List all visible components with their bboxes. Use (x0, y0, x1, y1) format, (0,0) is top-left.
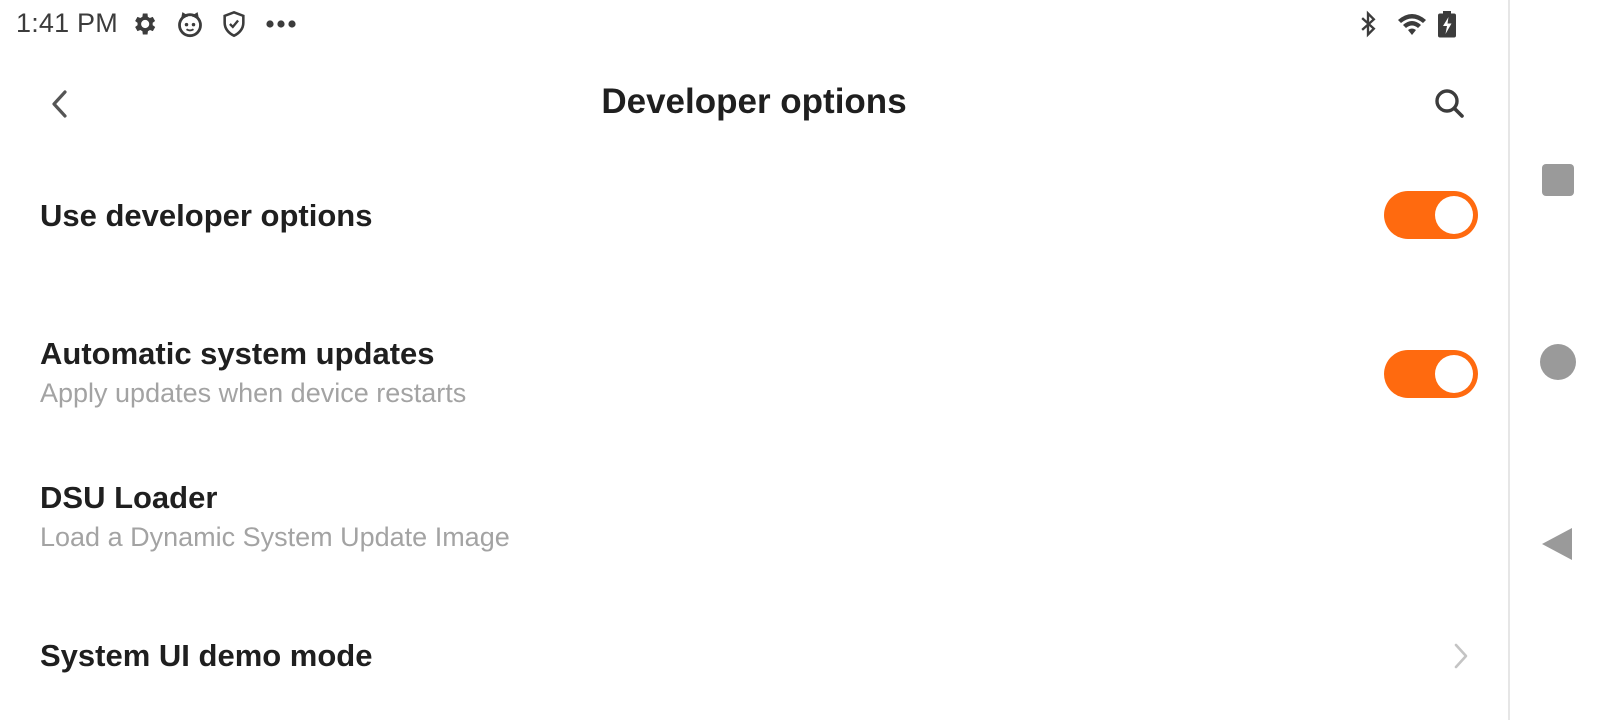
shield-icon (220, 10, 248, 38)
navigation-bar (1508, 0, 1600, 720)
setting-use-developer-options[interactable]: Use developer options (0, 160, 1508, 270)
search-icon (1435, 89, 1464, 118)
use-developer-options-toggle[interactable] (1384, 191, 1478, 239)
chevron-right-icon (1446, 638, 1476, 674)
setting-title: System UI demo mode (40, 638, 373, 673)
toggle-knob (1435, 355, 1473, 393)
back-triangle-icon[interactable] (1540, 526, 1576, 562)
bluetooth-icon (1354, 10, 1382, 38)
setting-subtitle: Load a Dynamic System Update Image (40, 522, 510, 552)
page-title: Developer options (601, 82, 907, 121)
battery-charging-icon (1436, 10, 1458, 38)
setting-subtitle: Apply updates when device restarts (40, 378, 467, 408)
setting-automatic-system-updates[interactable]: Automatic system updates Apply updates w… (0, 320, 1508, 430)
more-dots-icon (264, 10, 298, 38)
setting-dsu-loader[interactable]: DSU Loader Load a Dynamic System Update … (0, 466, 1508, 576)
android-screen: 1:41 PM Developer options Use developer … (0, 0, 1600, 720)
automatic-system-updates-toggle[interactable] (1384, 350, 1478, 398)
wifi-icon (1396, 10, 1428, 38)
setting-title: Use developer options (40, 198, 373, 233)
home-circle-icon[interactable] (1540, 344, 1576, 380)
setting-title: DSU Loader (40, 480, 218, 515)
setting-title: Automatic system updates (40, 336, 435, 371)
cat-face-icon (176, 10, 204, 38)
status-time: 1:41 PM (16, 8, 118, 38)
search-button[interactable] (1428, 82, 1472, 126)
setting-system-ui-demo-mode[interactable]: System UI demo mode (0, 616, 1508, 706)
settings-panel: 1:41 PM Developer options Use developer … (0, 0, 1508, 720)
gear-icon (130, 10, 158, 38)
recents-square-icon[interactable] (1542, 164, 1574, 196)
toggle-knob (1435, 196, 1473, 234)
